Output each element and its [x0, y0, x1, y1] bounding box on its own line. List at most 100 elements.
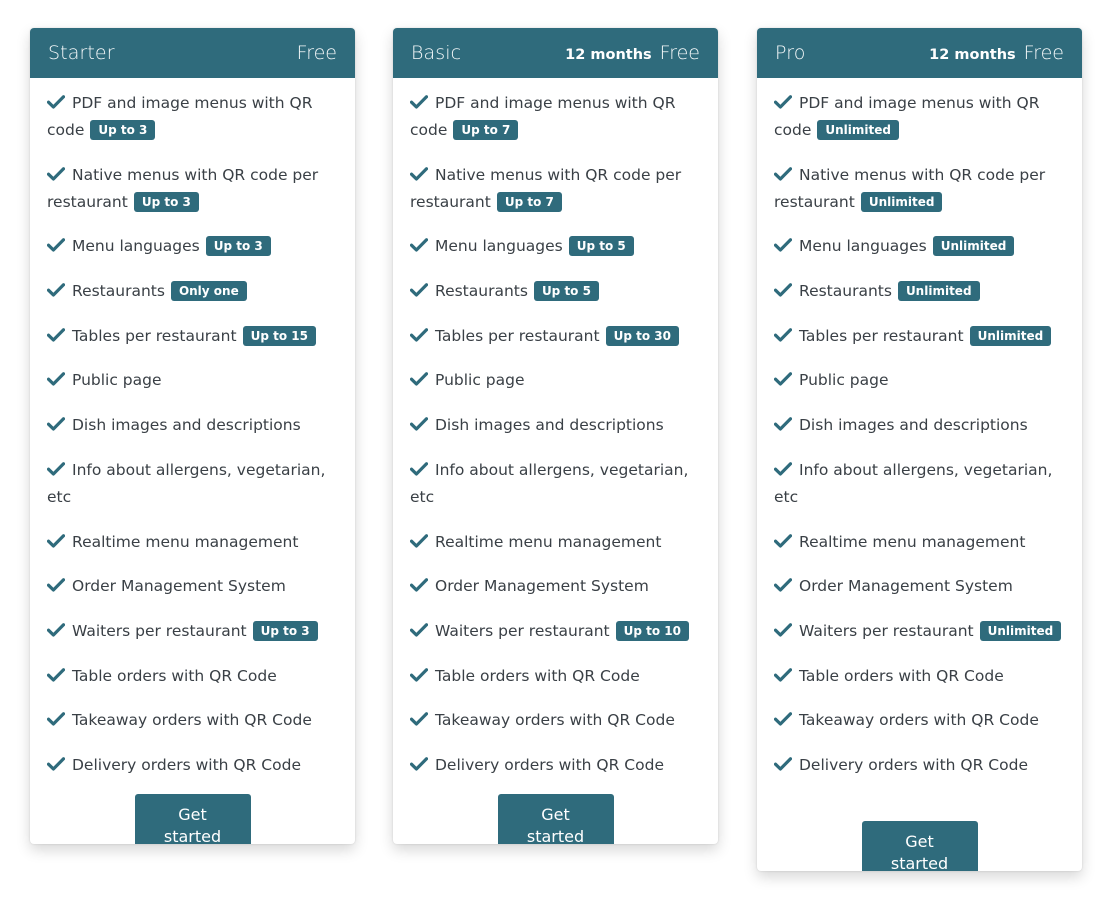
feature-text: Restaurants — [799, 282, 892, 301]
feature-item: Realtime menu management — [410, 529, 702, 556]
feature-text: Delivery orders with QR Code — [435, 755, 664, 774]
feature-item: Order Management System — [47, 573, 339, 600]
checkmark-icon — [47, 327, 65, 342]
feature-text: Waiters per restaurant — [799, 621, 974, 640]
plan-price: Free — [659, 42, 700, 64]
checkmark-icon — [47, 578, 65, 592]
feature-text: Takeaway orders with QR Code — [72, 711, 312, 730]
plan-price-group: 12 months Free — [565, 42, 700, 64]
checkmark-icon — [774, 623, 792, 637]
checkmark-icon — [774, 667, 792, 682]
feature-item: Info about allergens, vegetarian, etc — [47, 457, 339, 511]
feature-item: Delivery orders with QR Code — [410, 752, 702, 779]
checkmark-icon — [47, 417, 65, 431]
feature-list: PDF and image menus with QR code Up to 3N… — [30, 78, 355, 779]
feature-text: Dish images and descriptions — [72, 416, 301, 435]
feature-text: Tables per restaurant — [72, 326, 237, 345]
feature-list: PDF and image menus with QR code Unlimite… — [757, 78, 1082, 779]
checkmark-icon — [774, 757, 792, 771]
checkmark-icon — [47, 166, 65, 181]
plan-price-group: Free — [297, 42, 337, 64]
checkmark-icon — [774, 462, 792, 476]
feature-text: Order Management System — [799, 577, 1013, 596]
feature-text: Order Management System — [72, 577, 286, 596]
feature-text: PDF and image menus with QR code — [774, 94, 1040, 139]
plan-price-group: 12 months Free — [929, 42, 1064, 64]
checkmark-icon — [410, 462, 428, 476]
checkmark-icon — [410, 667, 428, 682]
checkmark-icon — [774, 327, 792, 342]
plan-header: Basic 12 months Free — [393, 28, 718, 78]
checkmark-icon — [774, 372, 792, 387]
feature-item: Waiters per restaurant Up to 3 — [47, 618, 339, 645]
get-started-button[interactable]: Get started — [134, 794, 251, 844]
feature-list: PDF and image menus with QR code Up to 7 N… — [393, 78, 718, 779]
feature-text: Table orders with QR Code — [435, 666, 640, 685]
limit-badge: Unlimited — [860, 191, 943, 212]
checkmark-icon — [774, 166, 792, 181]
feature-item: Info about allergens, vegetarian, etc — [410, 457, 702, 511]
checkmark-icon — [410, 533, 428, 548]
limit-badge: Only one — [170, 281, 247, 302]
feature-text: Takeaway orders with QR Code — [799, 711, 1039, 730]
feature-item: Takeaway orders with QR Code — [47, 707, 339, 734]
limit-badge: Unlimited — [817, 120, 899, 140]
feature-item: Menu languages Unlimited — [774, 233, 1066, 260]
feature-item: Order Management System — [410, 573, 702, 600]
feature-item: Takeaway orders with QR Code — [774, 707, 1066, 734]
feature-text: Menu languages — [435, 237, 563, 256]
get-started-button[interactable]: Get started — [861, 821, 978, 871]
feature-item: Table orders with QR Code — [47, 663, 339, 690]
checkmark-icon — [410, 578, 428, 592]
feature-item: PDF and image menus with QR code Unlimite… — [774, 90, 1066, 144]
feature-item: Tables per restaurant Up to 30 — [410, 323, 702, 350]
get-started-button[interactable]: Get started — [497, 794, 614, 844]
feature-item: Waiters per restaurant Up to 10 — [410, 618, 702, 645]
feature-item: Dish images and descriptions — [774, 412, 1066, 439]
feature-text: Tables per restaurant — [435, 326, 600, 345]
checkmark-icon — [47, 533, 65, 548]
feature-item: Dish images and descriptions — [47, 412, 339, 439]
feature-item: Restaurants Only one — [47, 278, 339, 305]
feature-item: Realtime menu management — [774, 529, 1066, 556]
feature-text: Table orders with QR Code — [799, 666, 1004, 685]
limit-badge: Up to 3 — [252, 620, 318, 641]
feature-text: Public page — [72, 371, 162, 390]
feature-item: PDF and image menus with QR code Up to 7 — [410, 90, 702, 144]
checkmark-icon — [47, 372, 65, 387]
feature-item: Realtime menu management — [47, 529, 339, 556]
plan-card-starter: Starter Free PDF and image menus with QR… — [30, 28, 355, 844]
plan-card-basic: Basic 12 months Free PDF and image menus… — [393, 28, 718, 844]
feature-item: Takeaway orders with QR Code — [410, 707, 702, 734]
plan-price: Free — [1023, 42, 1064, 64]
feature-item: Dish images and descriptions — [410, 412, 702, 439]
feature-text: Order Management System — [435, 577, 649, 596]
feature-text: Public page — [799, 371, 889, 390]
checkmark-icon — [410, 372, 428, 387]
plan-header: Starter Free — [30, 28, 355, 78]
feature-text: Info about allergens, vegetarian, etc — [410, 460, 689, 506]
limit-badge: Unlimited — [932, 236, 1015, 257]
checkmark-icon — [774, 283, 792, 297]
limit-badge: Up to 3 — [90, 120, 156, 140]
limit-badge: Up to 7 — [496, 191, 562, 212]
plan-name: Starter — [48, 42, 115, 64]
limit-badge: Unlimited — [969, 325, 1052, 346]
feature-text: Menu languages — [72, 237, 200, 256]
checkmark-icon — [410, 238, 428, 252]
checkmark-icon — [774, 238, 792, 252]
checkmark-icon — [47, 462, 65, 476]
checkmark-icon — [47, 757, 65, 771]
limit-badge: Up to 10 — [615, 620, 689, 641]
feature-item: Native menus with QR code per restaurant… — [410, 162, 702, 216]
feature-item: Public page — [410, 367, 702, 394]
feature-text: Tables per restaurant — [799, 326, 964, 345]
checkmark-icon — [410, 623, 428, 637]
limit-badge: Unlimited — [897, 281, 980, 302]
feature-item: PDF and image menus with QR code Up to 3 — [47, 90, 339, 144]
limit-badge: Up to 5 — [568, 236, 634, 257]
feature-text: Realtime menu management — [435, 532, 662, 551]
limit-badge: Up to 5 — [533, 281, 599, 302]
checkmark-icon — [410, 283, 428, 297]
feature-text: Info about allergens, vegetarian, etc — [774, 460, 1053, 506]
